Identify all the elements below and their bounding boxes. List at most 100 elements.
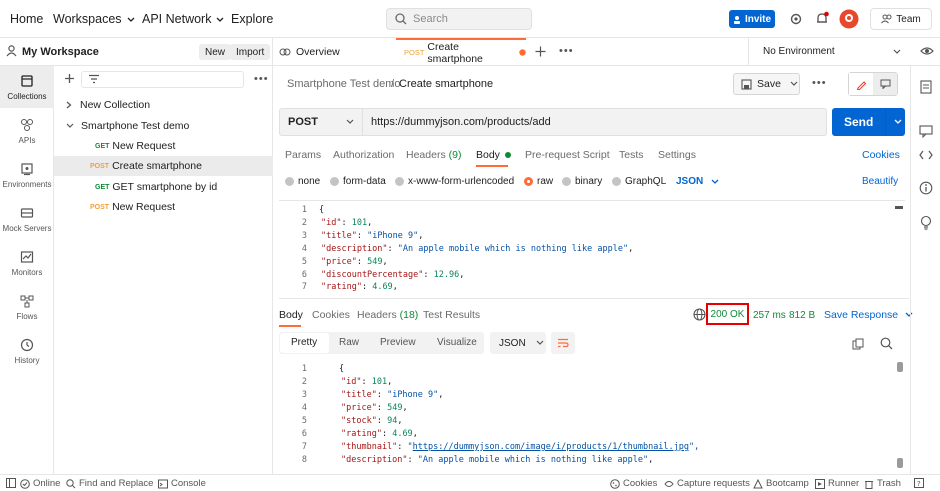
cookies-button[interactable]: Cookies: [610, 478, 657, 489]
json-value: 101: [351, 217, 368, 228]
layout-icon[interactable]: [6, 478, 19, 488]
online-status[interactable]: Online: [20, 478, 60, 489]
rail-item-history[interactable]: History: [0, 330, 54, 372]
tab-overview[interactable]: Overview: [279, 38, 394, 65]
comments-icon[interactable]: [919, 125, 933, 138]
eye-icon[interactable]: [920, 45, 934, 57]
runner-button[interactable]: Runner: [815, 478, 859, 489]
save-response-button[interactable]: Save Response: [824, 309, 913, 321]
environment-selector[interactable]: No Environment: [763, 46, 835, 57]
tree-item-request[interactable]: POST New Request: [54, 197, 273, 217]
rail-item-mock-servers[interactable]: Mock Servers: [0, 198, 54, 240]
tree-item-request[interactable]: GET New Request: [54, 136, 273, 156]
nav-home[interactable]: Home: [10, 12, 43, 26]
info-icon[interactable]: [919, 181, 933, 195]
body-format-select[interactable]: JSON: [676, 176, 719, 187]
rail-item-environments[interactable]: Environments: [0, 154, 54, 196]
json-link-value[interactable]: https://dummyjson.com/image/i/products/1…: [413, 442, 689, 452]
cookies-link[interactable]: Cookies: [862, 149, 900, 161]
avatar[interactable]: [839, 9, 859, 29]
view-tab-visualize[interactable]: Visualize: [437, 337, 477, 348]
send-button[interactable]: Send: [832, 108, 905, 136]
rail-item-monitors[interactable]: Monitors: [0, 242, 54, 284]
gear-icon[interactable]: [789, 12, 803, 26]
search-icon[interactable]: [880, 337, 893, 350]
new-tab-icon[interactable]: [535, 46, 546, 57]
tab-body[interactable]: Body: [476, 149, 511, 161]
radio-form-data[interactable]: form-data: [330, 176, 386, 187]
tree-item-request[interactable]: GET GET smartphone by id: [54, 177, 273, 197]
rail-item-apis[interactable]: APIs: [0, 110, 54, 152]
tree-item-request[interactable]: POST Create smartphone: [54, 156, 273, 176]
wrap-lines-button[interactable]: [551, 332, 575, 354]
view-tab-preview[interactable]: Preview: [380, 337, 416, 348]
code-icon[interactable]: [919, 149, 933, 161]
chevron-down-icon[interactable]: [893, 49, 901, 55]
tree-item-collection[interactable]: New Collection: [54, 95, 273, 115]
more-options-icon[interactable]: •••: [254, 73, 269, 85]
tab-create-smartphone[interactable]: POST Create smartphone: [396, 38, 526, 65]
radio-graphql[interactable]: GraphQL: [612, 176, 666, 187]
breadcrumb-collection[interactable]: Smartphone Test demo: [287, 78, 401, 90]
tab-headers[interactable]: Headers (9): [406, 149, 461, 161]
response-tab-body[interactable]: Body: [279, 309, 303, 321]
more-options-icon[interactable]: •••: [812, 77, 827, 89]
view-tab-raw[interactable]: Raw: [339, 337, 359, 348]
tab-params[interactable]: Params: [285, 149, 321, 161]
beautify-link[interactable]: Beautify: [862, 176, 898, 187]
invite-label: Invite: [744, 13, 772, 25]
globe-icon[interactable]: [693, 308, 706, 321]
view-tab-pretty[interactable]: Pretty: [291, 337, 317, 348]
capture-requests-button[interactable]: Capture requests: [664, 478, 750, 489]
radio-urlencoded[interactable]: x-www-form-urlencoded: [395, 176, 514, 187]
sidebar-filter-input[interactable]: [81, 71, 244, 88]
save-button[interactable]: Save: [733, 73, 800, 95]
workspace-name[interactable]: My Workspace: [22, 46, 99, 58]
radio-binary[interactable]: binary: [562, 176, 602, 187]
response-format-select[interactable]: JSON: [490, 332, 546, 354]
response-tab-headers[interactable]: Headers (18): [357, 309, 418, 321]
request-body-editor[interactable]: 1 {2 "id": 101, 3 "title": "iPhone 9", 4 "desc…: [279, 200, 905, 297]
rail-item-flows[interactable]: Flows: [0, 286, 54, 328]
json-comma: ,: [387, 377, 393, 387]
new-button[interactable]: New: [199, 44, 232, 60]
radio-raw[interactable]: raw: [524, 176, 553, 187]
nav-api-network[interactable]: API Network: [142, 12, 224, 26]
invite-button[interactable]: Invite: [729, 10, 775, 28]
tab-settings[interactable]: Settings: [658, 149, 696, 161]
nav-explore[interactable]: Explore: [231, 12, 273, 26]
response-body-viewer[interactable]: 1 {2 "id": 101, 3 "title": "iPhone 9", 4 "pric…: [279, 362, 905, 472]
copy-icon[interactable]: [852, 338, 864, 350]
url-input[interactable]: https://dummyjson.com/products/add: [363, 108, 827, 136]
comment-mode-button[interactable]: [873, 73, 897, 95]
find-replace-button[interactable]: Find and Replace: [66, 478, 153, 489]
rail-item-collections[interactable]: Collections: [0, 66, 54, 108]
search-bar[interactable]: Search: [386, 8, 532, 30]
documentation-icon[interactable]: [920, 80, 932, 94]
more-tabs-icon[interactable]: •••: [559, 45, 574, 57]
lightbulb-icon[interactable]: [919, 215, 933, 230]
scrollbar-thumb[interactable]: [897, 362, 903, 372]
help-icon[interactable]: ?: [914, 478, 927, 488]
tab-prerequest-script[interactable]: Pre-request Script: [525, 149, 610, 161]
response-tab-test-results[interactable]: Test Results: [423, 309, 480, 321]
notifications-bell-icon[interactable]: [815, 11, 829, 26]
method-select[interactable]: POST: [279, 108, 363, 136]
response-tab-cookies[interactable]: Cookies: [312, 309, 350, 321]
scrollbar-thumb[interactable]: [897, 458, 903, 468]
scrollbar-thumb[interactable]: [895, 206, 903, 209]
mode-toggle[interactable]: [848, 72, 898, 96]
bootcamp-button[interactable]: Bootcamp: [753, 478, 809, 489]
json-colon: :: [381, 429, 393, 439]
nav-workspaces[interactable]: Workspaces: [53, 12, 135, 26]
radio-none[interactable]: none: [285, 176, 320, 187]
trash-button[interactable]: Trash: [864, 478, 901, 489]
team-button[interactable]: Team: [870, 8, 932, 30]
tab-authorization[interactable]: Authorization: [333, 149, 394, 161]
console-button[interactable]: Console: [158, 478, 206, 489]
edit-mode-button[interactable]: [849, 73, 874, 95]
tree-item-collection[interactable]: Smartphone Test demo: [54, 116, 273, 136]
import-button[interactable]: Import: [230, 44, 271, 60]
tab-tests[interactable]: Tests: [619, 149, 644, 161]
add-icon[interactable]: [64, 73, 75, 84]
